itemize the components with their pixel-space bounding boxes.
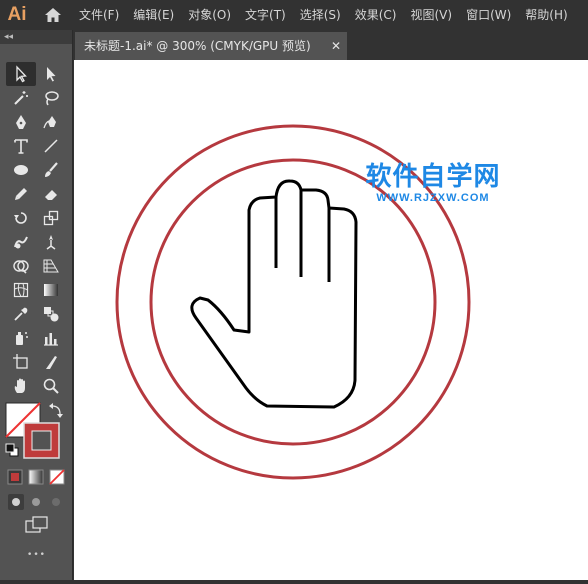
gradient-tool-icon[interactable]	[36, 278, 66, 302]
hand-icon[interactable]	[190, 179, 358, 409]
watermark-title: 软件自学网	[365, 162, 501, 192]
type-tool-icon[interactable]	[6, 134, 36, 158]
menu-select[interactable]: 选择(S)	[293, 0, 348, 30]
watermark: 软件自学网 WWW.RJZXW.COM	[358, 162, 508, 204]
perspective-grid-tool-icon[interactable]	[36, 254, 66, 278]
menu-type[interactable]: 文字(T)	[238, 0, 293, 30]
mesh-tool-icon[interactable]	[6, 278, 36, 302]
watermark-url: WWW.RJZXW.COM	[376, 192, 490, 204]
pen-tool-icon[interactable]	[6, 110, 36, 134]
lasso-tool-icon[interactable]	[36, 86, 66, 110]
curvature-tool-icon[interactable]	[36, 110, 66, 134]
scale-tool-icon[interactable]	[36, 206, 66, 230]
menu-window[interactable]: 窗口(W)	[459, 0, 518, 30]
selection-tool-icon[interactable]	[6, 62, 36, 86]
pencil-tool-icon[interactable]	[6, 182, 36, 206]
menu-edit[interactable]: 编辑(E)	[126, 0, 181, 30]
hand-tool-icon[interactable]	[6, 374, 36, 398]
screen-mode-icon[interactable]	[25, 516, 49, 534]
draw-inside-button[interactable]	[52, 498, 60, 506]
swap-fill-stroke-icon[interactable]	[49, 403, 63, 418]
puppet-warp-tool-icon[interactable]	[36, 230, 66, 254]
artboard-tool-icon[interactable]	[6, 350, 36, 374]
artboard-canvas[interactable]: 软件自学网 WWW.RJZXW.COM	[74, 60, 588, 580]
rotate-tool-icon[interactable]	[6, 206, 36, 230]
menu-bar: Ai 文件(F) 编辑(E) 对象(O) 文字(T) 选择(S) 效果(C) 视…	[0, 0, 588, 30]
color-mode-buttons	[7, 469, 65, 485]
tools-panel: ◂◂ •••	[0, 30, 73, 580]
paintbrush-tool-icon[interactable]	[36, 158, 66, 182]
gradient-mode-button[interactable]	[28, 469, 44, 485]
home-icon[interactable]	[34, 0, 72, 30]
menu-object[interactable]: 对象(O)	[181, 0, 238, 30]
ellipse-tool-icon[interactable]	[6, 158, 36, 182]
symbol-sprayer-tool-icon[interactable]	[6, 326, 36, 350]
draw-behind-button[interactable]	[32, 498, 40, 506]
direct-selection-tool-icon[interactable]	[36, 62, 66, 86]
eraser-tool-icon[interactable]	[36, 182, 66, 206]
menu-effect[interactable]: 效果(C)	[348, 0, 404, 30]
stroke-swatch[interactable]	[23, 422, 60, 459]
illustrator-logo: Ai	[7, 4, 27, 25]
document-tab-title: 未标题-1.ai* @ 300% (CMYK/GPU 预览)	[84, 39, 311, 53]
slice-tool-icon[interactable]	[36, 350, 66, 374]
magic-wand-tool-icon[interactable]	[6, 86, 36, 110]
menu-view[interactable]: 视图(V)	[403, 0, 459, 30]
document-tab-bar: 未标题-1.ai* @ 300% (CMYK/GPU 预览) ✕	[73, 30, 588, 60]
document-tab[interactable]: 未标题-1.ai* @ 300% (CMYK/GPU 预览) ✕	[75, 32, 347, 60]
fill-stroke-area	[5, 402, 65, 510]
close-tab-icon[interactable]: ✕	[331, 32, 341, 60]
line-segment-tool-icon[interactable]	[36, 134, 66, 158]
default-colors-icon[interactable]	[5, 443, 19, 457]
column-graph-tool-icon[interactable]	[36, 326, 66, 350]
blend-tool-icon[interactable]	[36, 302, 66, 326]
draw-mode-buttons	[8, 494, 60, 510]
eyedropper-tool-icon[interactable]	[6, 302, 36, 326]
zoom-tool-icon[interactable]	[36, 374, 66, 398]
menu-file[interactable]: 文件(F)	[72, 0, 126, 30]
panel-collapse-button[interactable]: ◂◂	[0, 30, 72, 44]
tool-grid	[6, 62, 66, 398]
warp-tool-icon[interactable]	[6, 230, 36, 254]
shape-builder-tool-icon[interactable]	[6, 254, 36, 278]
more-tools-button[interactable]: •••	[0, 550, 73, 560]
menu-help[interactable]: 帮助(H)	[518, 0, 574, 30]
